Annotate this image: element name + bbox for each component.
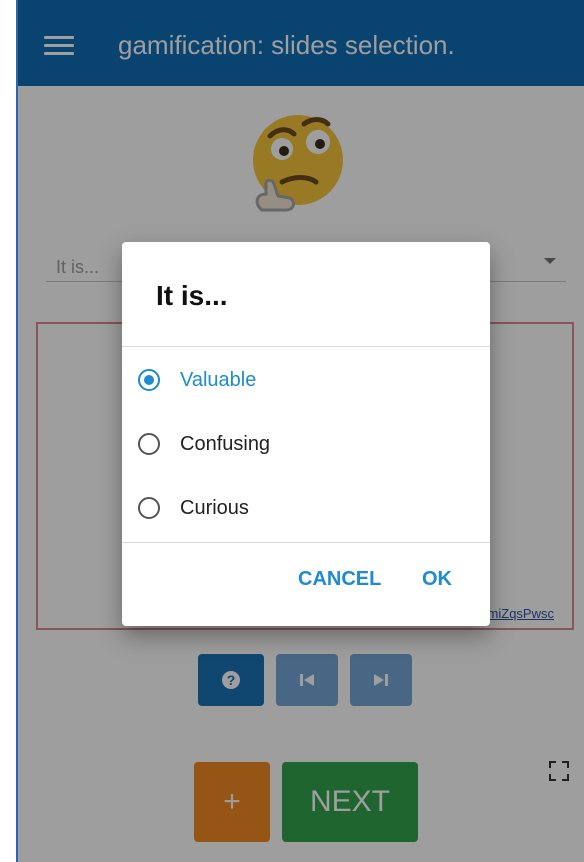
rating-dialog: It is... Valuable Confusing Curious CANC… xyxy=(122,242,490,626)
option-curious[interactable]: Curious xyxy=(138,488,249,528)
ok-button[interactable]: OK xyxy=(422,568,452,591)
app-frame: gamification: slides selection. It is...… xyxy=(0,0,584,862)
option-valuable[interactable]: Valuable xyxy=(138,360,256,400)
option-confusing[interactable]: Confusing xyxy=(138,424,270,464)
dialog-title: It is... xyxy=(156,280,228,311)
dialog-divider-bottom xyxy=(122,542,490,543)
option-label: Curious xyxy=(180,496,249,519)
radio-unselected-icon[interactable] xyxy=(138,497,160,519)
dialog-divider-top xyxy=(122,346,490,347)
cancel-button[interactable]: CANCEL xyxy=(298,568,381,591)
option-label: Valuable xyxy=(180,368,257,391)
radio-unselected-icon[interactable] xyxy=(138,433,160,455)
option-label: Confusing xyxy=(180,432,271,455)
radio-selected-icon[interactable] xyxy=(138,369,160,391)
